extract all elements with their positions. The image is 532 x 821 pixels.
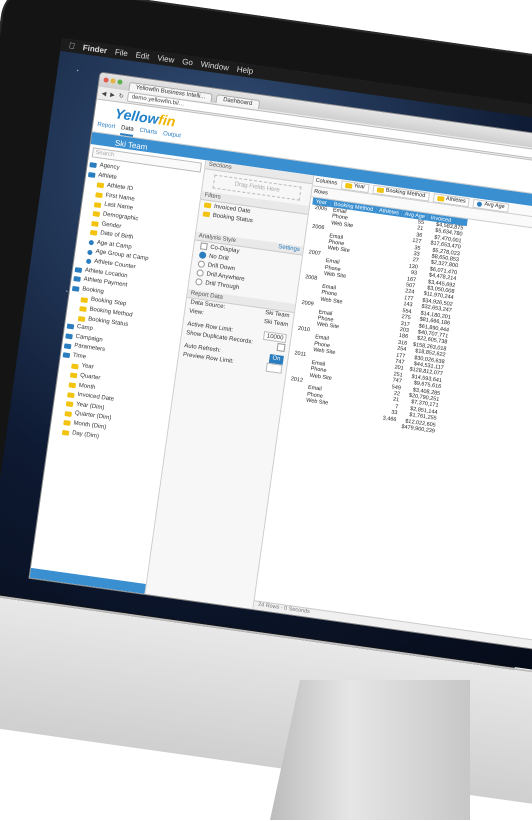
metric-icon: [88, 239, 95, 246]
menu-file[interactable]: File: [114, 48, 128, 59]
field-icon: [376, 186, 385, 193]
field-icon: [80, 296, 89, 303]
rows-label: Rows: [313, 188, 329, 197]
radio-icon[interactable]: [196, 269, 205, 277]
field-icon: [344, 182, 353, 189]
field-icon: [67, 391, 75, 398]
field-icon: [65, 401, 74, 408]
field-icon: [77, 315, 86, 322]
field-icon: [79, 306, 87, 313]
metric-icon: [85, 258, 92, 265]
forward-arrow-icon[interactable]: ▶: [110, 91, 116, 99]
close-window-button[interactable]: [103, 77, 109, 83]
field-icon: [95, 192, 103, 199]
field-icon: [71, 363, 79, 370]
metric-icon: [477, 200, 483, 207]
apple-icon[interactable]: : [68, 41, 75, 51]
checkbox-icon[interactable]: [199, 242, 208, 251]
field-icon: [92, 211, 101, 218]
folder-icon: [71, 285, 80, 292]
field-icon: [89, 230, 98, 237]
reload-icon[interactable]: ↻: [118, 92, 124, 100]
menu-help[interactable]: Help: [236, 65, 254, 76]
radio-icon[interactable]: [198, 251, 207, 260]
monitor-stand: [270, 680, 470, 820]
window-controls: [103, 77, 123, 85]
back-arrow-icon[interactable]: ◀: [101, 90, 107, 98]
minimize-window-button[interactable]: [110, 78, 116, 84]
field-icon: [61, 429, 70, 436]
folder-icon: [65, 333, 73, 340]
browser-window: Yellowfin Business Intelli... Dashboard …: [28, 71, 532, 652]
field-icon: [436, 195, 445, 202]
radio-icon[interactable]: [197, 260, 206, 269]
radio-icon[interactable]: [194, 277, 203, 286]
menu-finder[interactable]: Finder: [82, 43, 107, 55]
folder-icon: [74, 266, 83, 273]
folder-icon: [66, 323, 75, 330]
preview-row-limit-input[interactable]: [265, 362, 283, 374]
folder-icon: [73, 276, 81, 283]
field-icon: [69, 372, 78, 379]
field-icon: [91, 220, 99, 227]
field-tree-label: Time: [72, 352, 87, 361]
zoom-window-button[interactable]: [117, 79, 123, 85]
field-icon: [63, 420, 71, 427]
table-cell: [283, 407, 302, 416]
folder-icon: [62, 352, 71, 359]
menu-view[interactable]: View: [157, 53, 175, 64]
field-icon: [64, 410, 73, 417]
folder-icon: [87, 171, 96, 178]
field-icon: [203, 202, 212, 209]
metric-icon: [87, 249, 93, 255]
menu-go[interactable]: Go: [182, 57, 194, 67]
report-builder: Search Agency Athlete Athlete ID First Name…: [29, 144, 532, 651]
field-icon: [202, 211, 211, 218]
active-row-limit-input[interactable]: 10000: [263, 331, 287, 344]
menu-edit[interactable]: Edit: [135, 50, 150, 61]
columns-label: Columns: [315, 177, 338, 187]
duplicates-checkbox[interactable]: [276, 342, 286, 353]
folder-icon: [89, 162, 97, 169]
field-icon: [96, 182, 105, 189]
screen:  Finder File Edit View Go Window Help Y…: [0, 38, 532, 671]
report-table: Year Booking Method Athletes Avg Age Invoice…: [283, 197, 468, 436]
folder-icon: [63, 342, 72, 349]
field-icon: [93, 201, 102, 208]
menu-window[interactable]: Window: [200, 60, 229, 73]
tab-data[interactable]: Data: [120, 125, 135, 137]
field-icon: [68, 382, 77, 389]
